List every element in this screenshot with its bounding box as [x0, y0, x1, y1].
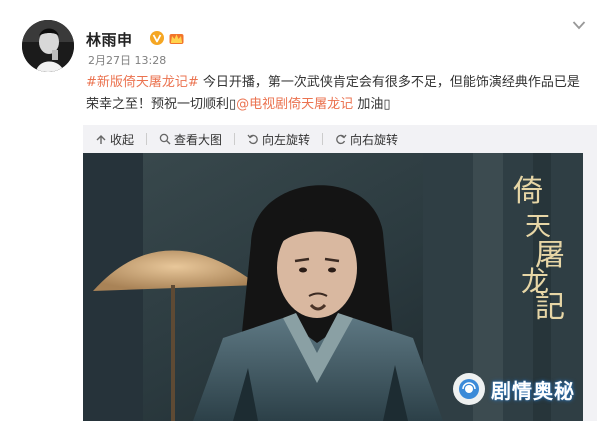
title-calligraphy: 倚	[513, 174, 543, 209]
rotate-right-label: 向右旋转	[350, 132, 399, 147]
rotate-left-icon	[247, 134, 258, 145]
username[interactable]: 林雨申	[86, 29, 133, 50]
toolbar-divider	[146, 133, 148, 145]
avatar-image	[22, 20, 74, 72]
hashtag-link[interactable]: #新版倚天屠龙记#	[86, 75, 199, 90]
post-text: #新版倚天屠龙记# 今日开播，第一次武侠肯定会有很多不足，但能饰演经典作品已是荣…	[86, 72, 586, 116]
collapse-label: 收起	[110, 132, 135, 147]
watermark-icon	[453, 373, 485, 405]
emoji-placeholder-end: ▯	[383, 97, 391, 112]
rotate-left-label: 向左旋转	[262, 132, 311, 147]
vip-crown-icon[interactable]	[169, 31, 184, 45]
collapse-button[interactable]: 收起	[95, 131, 134, 148]
rotate-left-button[interactable]: 向左旋转	[247, 131, 310, 148]
view-large-label: 查看大图	[174, 132, 223, 147]
magnifier-icon	[159, 133, 171, 145]
post-body-text-end: 加油	[353, 97, 384, 112]
film-reel-icon	[459, 379, 479, 399]
watermark-logo: 剧情奥秘	[453, 366, 585, 412]
collapse-arrow-icon	[96, 135, 106, 144]
chevron-down-icon[interactable]	[572, 20, 586, 30]
avatar[interactable]	[22, 20, 74, 72]
toolbar-divider	[234, 133, 236, 145]
mention-link[interactable]: @电视剧倚天屠龙记	[236, 97, 353, 112]
watermark-text: 剧情奥秘	[491, 378, 575, 403]
view-large-button[interactable]: 查看大图	[159, 131, 222, 148]
rotate-right-button[interactable]: 向右旋转	[335, 131, 398, 148]
toolbar-divider	[322, 133, 324, 145]
weibo-post-card: 林雨申 2月27日 13:28 #新版倚天屠龙记# 今日开播，第一次武侠肯定会有…	[0, 0, 605, 421]
svg-text:記: 記	[535, 290, 565, 325]
image-toolbar: 收起 查看大图 向左旋转 向右旋转	[83, 125, 398, 153]
post-timestamp[interactable]: 2月27日 13:28	[88, 52, 166, 68]
verified-v-icon	[150, 31, 164, 45]
rotate-right-icon	[336, 134, 347, 145]
